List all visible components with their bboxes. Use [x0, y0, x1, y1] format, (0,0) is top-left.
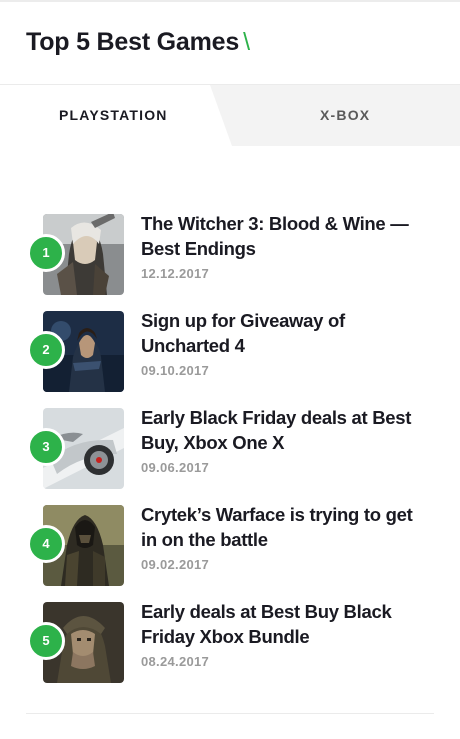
widget-title: Top 5 Best Games \ [26, 28, 250, 57]
item-title-link[interactable]: Sign up for Giveaway of Uncharted 4 [141, 308, 421, 358]
list-item: 1 The Witcher 3: Blood & Wine — Best End… [0, 211, 460, 296]
item-date: 09.02.2017 [141, 557, 210, 572]
rank-badge: 4 [27, 525, 65, 563]
item-title-link[interactable]: Early Black Friday deals at Best Buy, Xb… [141, 405, 421, 455]
item-date: 12.12.2017 [141, 266, 210, 281]
item-title-link[interactable]: The Witcher 3: Blood & Wine — Best Endin… [141, 211, 421, 261]
item-date: 08.24.2017 [141, 654, 210, 669]
tab-xbox[interactable]: X-BOX [240, 85, 460, 146]
widget-header: Top 5 Best Games \ [0, 2, 460, 84]
tab-playstation[interactable]: PLAYSTATION [0, 85, 240, 146]
tab-playstation-label: PLAYSTATION [59, 107, 168, 123]
list-item: 4 Crytek’s Warface is trying to get in o… [0, 502, 460, 587]
rank-badge: 2 [27, 331, 65, 369]
item-date: 09.10.2017 [141, 363, 210, 378]
widget-title-text: Top 5 Best Games [26, 28, 240, 56]
platform-tabs: PLAYSTATION X-BOX [0, 84, 460, 146]
list-item: 2 Sign up for Giveaway of Uncharted 4 09… [0, 308, 460, 393]
item-date: 09.06.2017 [141, 460, 210, 475]
item-title-link[interactable]: Early deals at Best Buy Black Friday Xbo… [141, 599, 421, 649]
list-item: 5 Early deals at Best Buy Black Friday X… [0, 599, 460, 684]
bottom-divider [26, 713, 434, 714]
list-item: 3 Early Black Friday deals at Best Buy, … [0, 405, 460, 490]
tab-xbox-label: X-BOX [320, 107, 371, 123]
rank-badge: 3 [27, 428, 65, 466]
rank-badge: 1 [27, 234, 65, 272]
rank-badge: 5 [27, 622, 65, 660]
top-games-widget: Top 5 Best Games \ PLAYSTATION X-BOX 1 T… [0, 0, 460, 739]
title-accent-slash: \ [243, 28, 250, 56]
item-title-link[interactable]: Crytek’s Warface is trying to get in on … [141, 502, 421, 552]
